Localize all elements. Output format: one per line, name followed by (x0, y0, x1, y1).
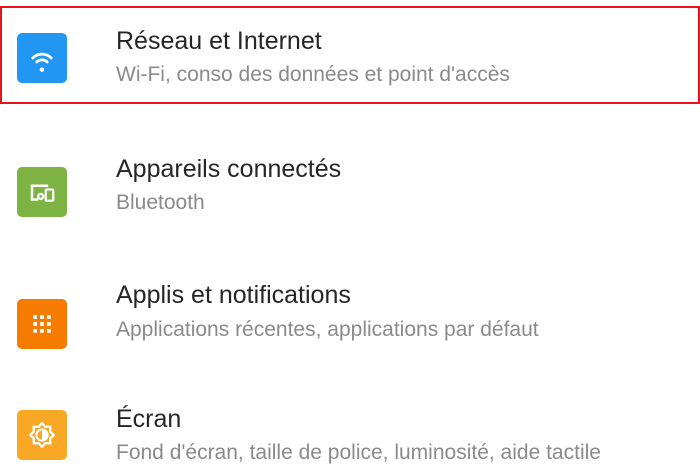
wifi-icon (17, 33, 67, 83)
settings-item-subtitle: Applications récentes, applications par … (116, 318, 539, 341)
settings-item-title: Écran (116, 405, 182, 433)
settings-item-title: Applis et notifications (116, 281, 351, 309)
settings-item-title: Appareils connectés (116, 155, 342, 183)
settings-list: Réseau et Internet Wi-Fi, conso des donn… (0, 0, 700, 469)
apps-grid-icon (17, 299, 67, 349)
settings-item-network[interactable]: Réseau et Internet Wi-Fi, conso des donn… (0, 6, 700, 104)
settings-item-subtitle: Bluetooth (116, 191, 205, 214)
settings-item-display[interactable]: Écran Fond d'écran, taille de police, lu… (0, 394, 700, 469)
devices-icon (17, 167, 67, 217)
settings-item-title: Réseau et Internet (116, 27, 322, 55)
settings-item-connected-devices[interactable]: Appareils connectés Bluetooth (0, 140, 700, 240)
settings-item-subtitle: Fond d'écran, taille de police, luminosi… (116, 441, 601, 464)
settings-item-subtitle: Wi-Fi, conso des données et point d'accè… (116, 63, 510, 86)
settings-item-apps[interactable]: Applis et notifications Applications réc… (0, 271, 700, 371)
brightness-icon (17, 410, 67, 460)
